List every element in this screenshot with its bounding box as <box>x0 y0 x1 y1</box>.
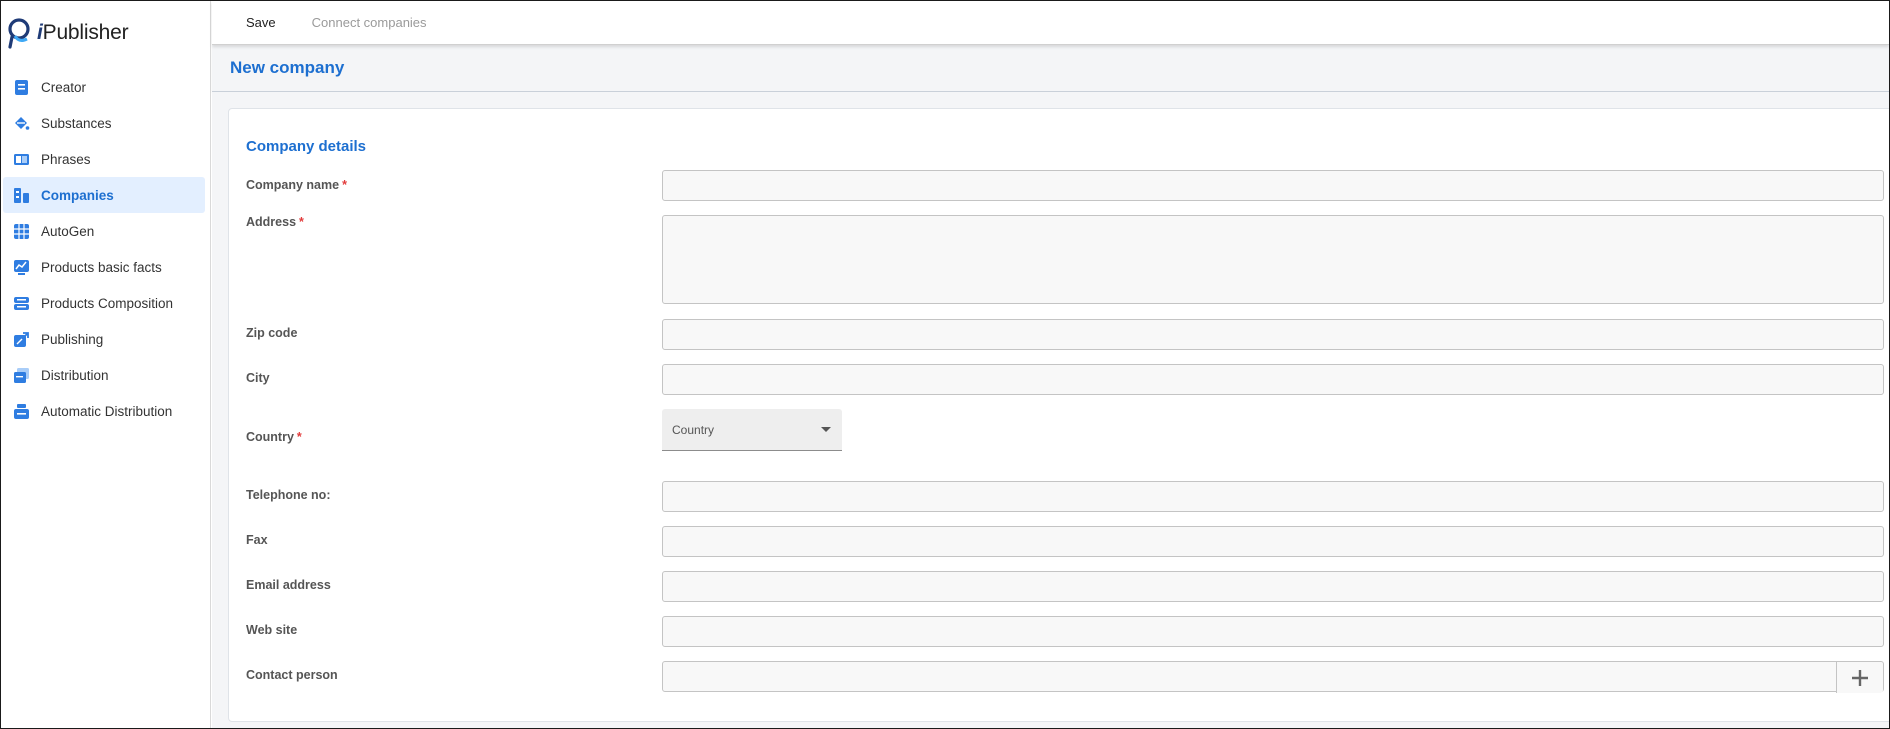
sidebar-item-distribution[interactable]: Distribution <box>3 357 205 393</box>
grid-icon <box>13 223 30 240</box>
fax-input[interactable] <box>662 526 1884 557</box>
company-name-row: Company name * <box>246 170 1884 202</box>
company-name-label: Company name * <box>246 178 347 192</box>
plus-icon <box>1852 669 1868 686</box>
zip-code-label: Zip code <box>246 326 298 340</box>
sidebar-item-products-basic-facts[interactable]: Products basic facts <box>3 249 205 285</box>
toolbar: Save Connect companies <box>212 1 1889 45</box>
layers-icon <box>13 295 30 312</box>
sidebar: iPublisher Creator Substances Phrases Co… <box>1 1 211 728</box>
sidebar-item-label: Products basic facts <box>41 259 162 275</box>
auto-distribution-icon <box>13 403 30 420</box>
paint-bucket-icon <box>13 115 30 132</box>
contact-person-label: Contact person <box>246 668 338 682</box>
distribution-icon <box>13 367 30 384</box>
add-contact-button[interactable] <box>1836 662 1883 693</box>
zip-code-row: Zip code <box>246 319 1884 351</box>
sidebar-item-phrases[interactable]: Phrases <box>3 141 205 177</box>
website-row: Web site <box>246 616 1884 648</box>
telephone-input[interactable] <box>662 481 1884 512</box>
city-row: City <box>246 364 1884 396</box>
chart-icon <box>13 259 30 276</box>
city-label: City <box>246 371 270 385</box>
sidebar-item-label: Distribution <box>41 367 109 383</box>
caret-down-icon <box>821 427 831 432</box>
sidebar-item-autogen[interactable]: AutoGen <box>3 213 205 249</box>
city-input[interactable] <box>662 364 1884 395</box>
required-marker: * <box>342 178 347 192</box>
sidebar-item-label: Products Composition <box>41 295 174 311</box>
logo-icon <box>8 18 30 49</box>
sidebar-item-label: Substances <box>41 115 112 131</box>
country-select-placeholder: Country <box>672 422 715 437</box>
sidebar-nav: Creator Substances Phrases Companies Aut… <box>1 69 211 429</box>
sidebar-item-label: Phrases <box>41 151 91 167</box>
telephone-row: Telephone no: <box>246 481 1884 513</box>
save-button[interactable]: Save <box>246 15 276 30</box>
sidebar-item-companies[interactable]: Companies <box>3 177 205 213</box>
sidebar-item-publishing[interactable]: Publishing <box>3 321 205 357</box>
sidebar-item-label: Automatic Distribution <box>41 403 173 419</box>
website-input[interactable] <box>662 616 1884 647</box>
company-form-card: Company details Company name * Address * Z… <box>228 108 1889 722</box>
contact-person-row: Contact person <box>246 661 1884 693</box>
email-label: Email address <box>246 578 331 592</box>
sidebar-item-automatic-distribution[interactable]: Automatic Distribution <box>3 393 205 429</box>
address-textarea[interactable] <box>662 215 1884 304</box>
page-header: New company <box>212 45 1889 92</box>
address-row: Address * <box>246 215 1884 305</box>
country-select[interactable]: Country <box>662 409 842 451</box>
app-window: iPublisher Creator Substances Phrases Co… <box>0 0 1890 729</box>
website-label: Web site <box>246 623 298 637</box>
contact-person-input[interactable] <box>662 661 1884 693</box>
sidebar-item-label: Companies <box>41 187 114 203</box>
app-logo[interactable]: iPublisher <box>7 17 129 49</box>
country-label: Country * <box>246 430 302 444</box>
telephone-label: Telephone no: <box>246 488 331 502</box>
book-icon <box>13 151 30 168</box>
publish-icon <box>13 331 30 348</box>
document-icon <box>13 79 30 96</box>
required-marker: * <box>296 430 302 444</box>
country-row: Country * Country <box>246 409 1884 453</box>
sidebar-item-creator[interactable]: Creator <box>3 69 205 105</box>
address-label: Address * <box>246 215 304 229</box>
company-name-input[interactable] <box>662 170 1884 201</box>
section-title: Company details <box>246 138 367 155</box>
sidebar-item-substances[interactable]: Substances <box>3 105 205 141</box>
sidebar-item-label: Creator <box>41 79 87 95</box>
fax-row: Fax <box>246 526 1884 558</box>
required-marker: * <box>299 215 304 229</box>
sidebar-item-products-composition[interactable]: Products Composition <box>3 285 205 321</box>
sidebar-item-label: Publishing <box>41 331 104 347</box>
main-content: Company details Company name * Address * Z… <box>212 92 1889 728</box>
building-icon <box>13 187 30 204</box>
fax-label: Fax <box>246 533 268 547</box>
app-brand: iPublisher <box>37 21 129 44</box>
zip-code-input[interactable] <box>662 319 1884 350</box>
page-title: New company <box>230 58 345 77</box>
sidebar-item-label: AutoGen <box>41 223 95 239</box>
email-row: Email address <box>246 571 1884 603</box>
email-input[interactable] <box>662 571 1884 602</box>
connect-companies-button[interactable]: Connect companies <box>312 15 427 30</box>
